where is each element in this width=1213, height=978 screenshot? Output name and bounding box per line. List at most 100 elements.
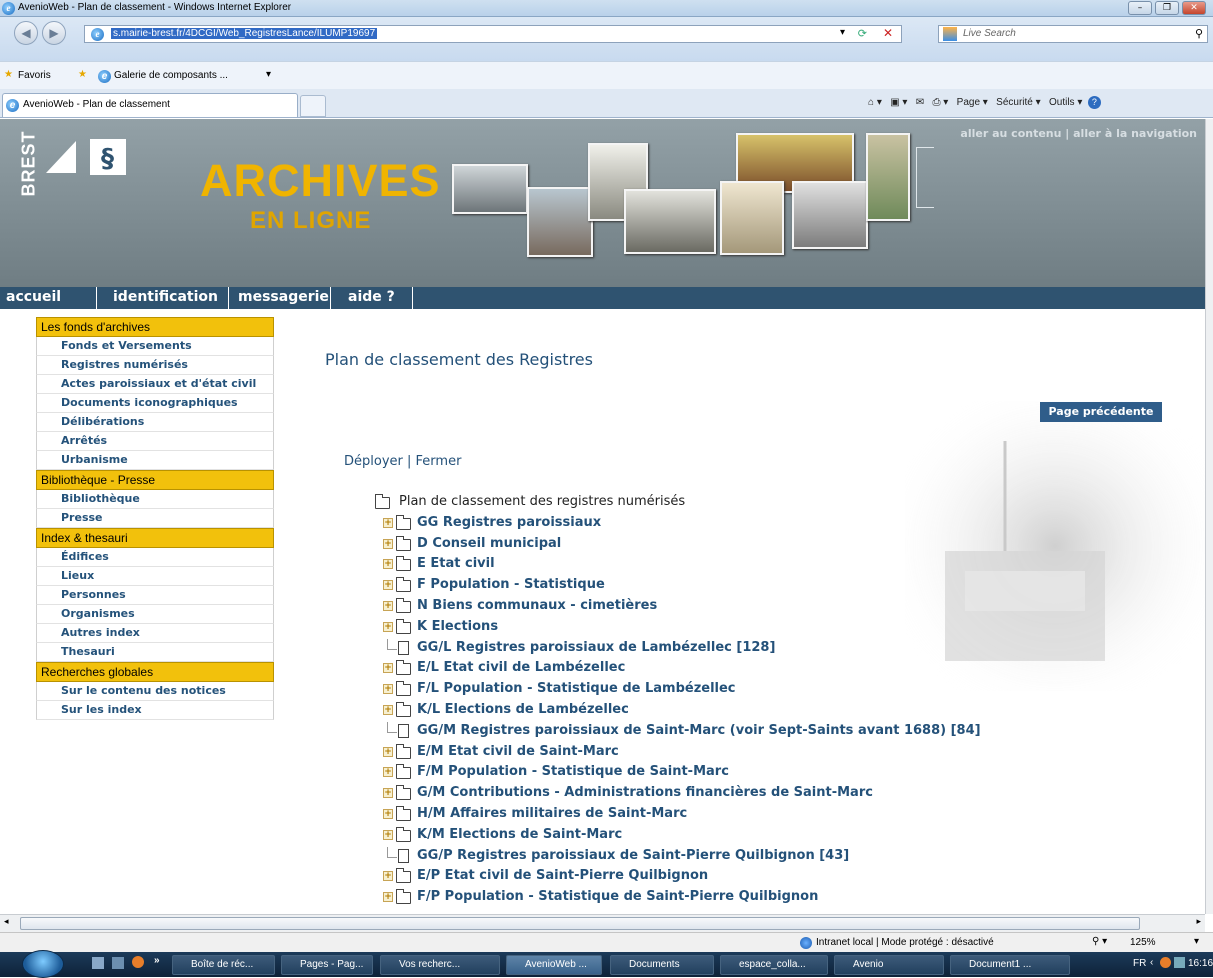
vertical-scrollbar[interactable] bbox=[1205, 119, 1213, 914]
tree-node-label[interactable]: K Elections bbox=[417, 619, 498, 634]
expand-icon[interactable]: + bbox=[383, 808, 393, 819]
print-icon[interactable]: ⎙ ▾ bbox=[933, 97, 949, 108]
taskbar-item[interactable]: Pages - Pag... bbox=[281, 955, 373, 975]
expand-icon[interactable]: + bbox=[383, 788, 393, 799]
tree-node-label[interactable]: E/P Etat civil de Saint-Pierre Quilbigno… bbox=[417, 868, 708, 883]
taskbar-item[interactable]: espace_colla... bbox=[720, 955, 828, 975]
expand-icon[interactable]: + bbox=[383, 538, 393, 549]
back-button[interactable]: ◀ bbox=[14, 21, 38, 45]
sidebar-item[interactable]: Registres numérisés bbox=[36, 356, 274, 375]
scroll-left-icon[interactable]: ◂ bbox=[4, 917, 9, 927]
scrollbar-thumb[interactable] bbox=[20, 917, 1140, 930]
tray-app-icon[interactable] bbox=[1160, 957, 1171, 968]
expand-icon[interactable]: + bbox=[383, 871, 393, 882]
tab-active[interactable]: e AvenioWeb - Plan de classement bbox=[2, 93, 298, 117]
collapse-all-link[interactable]: Fermer bbox=[416, 454, 462, 469]
zoom-level[interactable]: 125% bbox=[1130, 937, 1156, 948]
new-tab-button[interactable] bbox=[300, 95, 326, 117]
sidebar-section-title[interactable]: Les fonds d'archives bbox=[36, 317, 274, 337]
taskbar-item[interactable]: Boîte de réc... bbox=[172, 955, 275, 975]
taskbar-item[interactable]: AvenioWeb ... bbox=[506, 955, 602, 975]
network-icon[interactable] bbox=[1174, 957, 1185, 968]
sidebar-section-title[interactable]: Recherches globales bbox=[36, 662, 274, 682]
help-icon[interactable]: ? bbox=[1087, 96, 1101, 109]
tree-node-label[interactable]: K/L Elections de Lambézellec bbox=[417, 702, 629, 717]
taskbar-item[interactable]: Document1 ... bbox=[950, 955, 1070, 975]
site-logo[interactable]: BREST § bbox=[0, 123, 204, 287]
previous-page-button[interactable]: Page précédente bbox=[1040, 402, 1162, 422]
sidebar-item[interactable]: Édifices bbox=[36, 548, 274, 567]
tree-node-label[interactable]: F/L Population - Statistique de Lambézel… bbox=[417, 681, 736, 696]
close-window-button[interactable]: ✕ bbox=[1182, 1, 1206, 15]
mail-icon[interactable]: ✉ bbox=[916, 97, 924, 108]
expand-icon[interactable]: + bbox=[383, 767, 393, 778]
tree-node-label[interactable]: GG/M Registres paroissiaux de Saint-Marc… bbox=[417, 723, 981, 738]
expand-icon[interactable]: + bbox=[383, 829, 393, 840]
sidebar-item[interactable]: Urbanisme bbox=[36, 451, 274, 470]
forward-button[interactable]: ▶ bbox=[42, 21, 66, 45]
expand-icon[interactable]: + bbox=[383, 704, 393, 715]
tree-node-label[interactable]: H/M Affaires militaires de Saint-Marc bbox=[417, 806, 687, 821]
tree-node-label[interactable]: GG Registres paroissiaux bbox=[417, 515, 601, 530]
tools-menu[interactable]: Outils ▾ bbox=[1049, 97, 1082, 108]
tree-node-label[interactable]: F Population - Statistique bbox=[417, 577, 605, 592]
minimize-button[interactable]: – bbox=[1128, 1, 1152, 15]
nav-identification[interactable]: identification bbox=[113, 289, 218, 305]
security-menu[interactable]: Sécurité ▾ bbox=[996, 97, 1040, 108]
tree-node-label[interactable]: D Conseil municipal bbox=[417, 536, 561, 551]
taskbar-item[interactable]: Vos recherc... bbox=[380, 955, 500, 975]
page-menu[interactable]: Page ▾ bbox=[957, 97, 988, 108]
nav-accueil[interactable]: accueil bbox=[6, 289, 61, 305]
sidebar-item[interactable]: Thesauri bbox=[36, 643, 274, 662]
expand-icon[interactable]: + bbox=[383, 684, 393, 695]
tree-node-label[interactable]: F/P Population - Statistique de Saint-Pi… bbox=[417, 889, 818, 904]
taskbar-item[interactable]: Avenio bbox=[834, 955, 944, 975]
zoom-dropdown-icon[interactable]: ▾ bbox=[1194, 936, 1199, 947]
nav-aide[interactable]: aide ? bbox=[348, 289, 395, 305]
tree-node-label[interactable]: GG/L Registres paroissiaux de Lambézelle… bbox=[417, 640, 775, 655]
sidebar-item[interactable]: Fonds et Versements bbox=[36, 337, 274, 356]
tree-node-label[interactable]: F/M Population - Statistique de Saint-Ma… bbox=[417, 764, 729, 779]
show-desktop-icon[interactable] bbox=[92, 957, 104, 969]
expand-icon[interactable]: + bbox=[383, 621, 393, 632]
zoom-icon[interactable]: ⚲ ▾ bbox=[1092, 936, 1107, 947]
start-button[interactable] bbox=[22, 950, 64, 978]
tray-expand-icon[interactable]: ‹ bbox=[1150, 957, 1153, 968]
tree-node-label[interactable]: E/M Etat civil de Saint-Marc bbox=[417, 744, 619, 759]
sidebar-section-title[interactable]: Index & thesauri bbox=[36, 528, 274, 548]
home-icon[interactable]: ⌂ ▾ bbox=[868, 97, 882, 108]
sidebar-item[interactable]: Presse bbox=[36, 509, 274, 528]
favorites-button[interactable]: Favoris bbox=[18, 70, 51, 81]
stop-icon[interactable]: ✕ bbox=[883, 26, 893, 40]
horizontal-scrollbar[interactable]: ◂ ▸ bbox=[0, 914, 1205, 932]
tree-node-label[interactable]: G/M Contributions - Administrations fina… bbox=[417, 785, 873, 800]
expand-icon[interactable]: + bbox=[383, 517, 393, 528]
tree-node-label[interactable]: E/L Etat civil de Lambézellec bbox=[417, 660, 625, 675]
nav-messagerie[interactable]: messagerie bbox=[238, 289, 329, 305]
gallery-link[interactable]: Galerie de composants ... bbox=[114, 70, 228, 81]
skip-links[interactable]: aller au contenu | aller à la navigation bbox=[960, 127, 1197, 140]
sidebar-item[interactable]: Arrêtés bbox=[36, 432, 274, 451]
feeds-icon[interactable]: ▣ ▾ bbox=[890, 97, 907, 108]
add-favorite-icon[interactable]: ★ bbox=[78, 69, 87, 80]
expand-icon[interactable]: + bbox=[383, 559, 393, 570]
sidebar-item[interactable]: Actes paroissiaux et d'état civil bbox=[36, 375, 274, 394]
sidebar-item[interactable]: Documents iconographiques bbox=[36, 394, 274, 413]
expand-icon[interactable]: + bbox=[383, 892, 393, 903]
more-quicklaunch-icon[interactable]: » bbox=[154, 955, 160, 966]
expand-icon[interactable]: + bbox=[383, 746, 393, 757]
taskbar-item[interactable]: Documents bbox=[610, 955, 714, 975]
language-indicator[interactable]: FR bbox=[1133, 958, 1146, 969]
expand-icon[interactable]: + bbox=[383, 580, 393, 591]
scroll-right-icon[interactable]: ▸ bbox=[1196, 917, 1201, 927]
sidebar-item[interactable]: Lieux bbox=[36, 567, 274, 586]
sidebar-item[interactable]: Organismes bbox=[36, 605, 274, 624]
maximize-button[interactable]: ❐ bbox=[1155, 1, 1179, 15]
search-box[interactable]: Live Search ⚲ bbox=[938, 25, 1208, 43]
expand-icon[interactable]: + bbox=[383, 663, 393, 674]
sidebar-item[interactable]: Bibliothèque bbox=[36, 490, 274, 509]
sidebar-item[interactable]: Sur le contenu des notices bbox=[36, 682, 274, 701]
address-url[interactable]: s.mairie-brest.fr/4DCGI/Web_RegistresLan… bbox=[111, 28, 378, 39]
sidebar-item[interactable]: Sur les index bbox=[36, 701, 274, 720]
browser-quicklaunch-icon[interactable] bbox=[132, 956, 144, 968]
